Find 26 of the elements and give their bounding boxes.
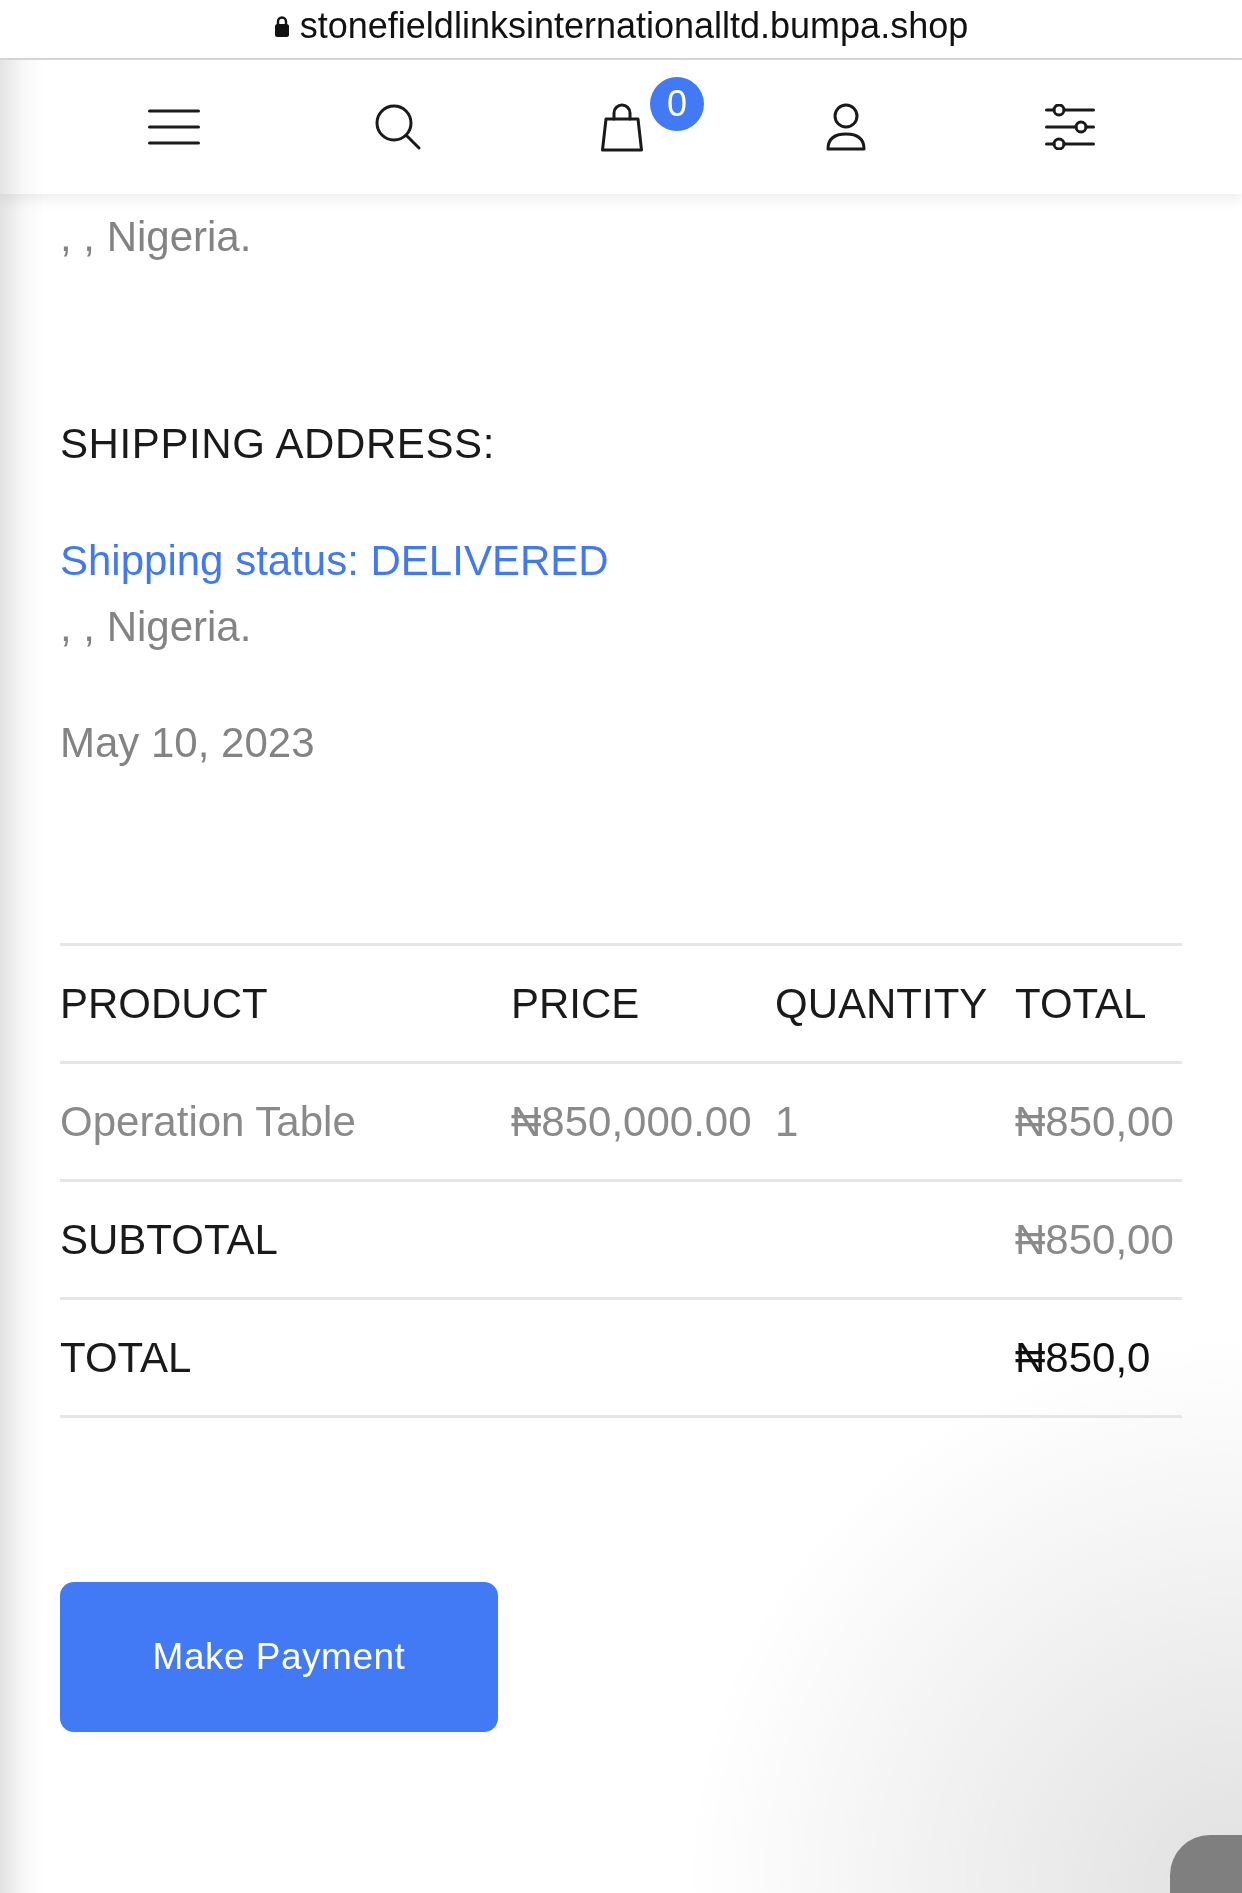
billing-address-text: , , Nigeria. [60,212,252,262]
quantity-cell-text: 1 [775,1096,800,1147]
make-payment-button[interactable]: Make Payment [60,1582,498,1732]
total-cell-text: ₦850,00 [1015,1096,1175,1147]
summary-amount: ₦850,00 [1015,1214,1175,1265]
summary-label: SUBTOTAL [60,1214,279,1265]
search-icon[interactable] [375,104,421,150]
floating-button[interactable] [1170,1835,1242,1893]
price-cell-text: ₦850,000.00 [511,1096,753,1147]
column-header: QUANTITY [775,978,989,1029]
product-cell-text: Operation Table [60,1096,357,1147]
url-text[interactable]: stonefieldlinksinternationalltd.bumpa.shop [299,5,969,47]
shipping-address-text: , , Nigeria. [60,602,252,652]
user-icon[interactable] [825,103,867,151]
column-header: PRICE [511,978,641,1029]
column-header: PRODUCT [60,978,269,1029]
menu-icon[interactable] [148,109,200,145]
column-header: TOTAL [1015,978,1148,1029]
summary-label: TOTAL [60,1332,193,1383]
sliders-icon[interactable] [1045,104,1095,150]
section-heading: SHIPPING ADDRESS: [60,419,495,469]
summary-amount: ₦850,0 [1015,1332,1152,1383]
shopping-bag-icon[interactable] [600,102,644,152]
shipping-status-text: Shipping status: DELIVERED [60,536,609,586]
cart-count-badge: 0 [650,77,704,131]
order-date-text: May 10, 2023 [60,718,315,768]
